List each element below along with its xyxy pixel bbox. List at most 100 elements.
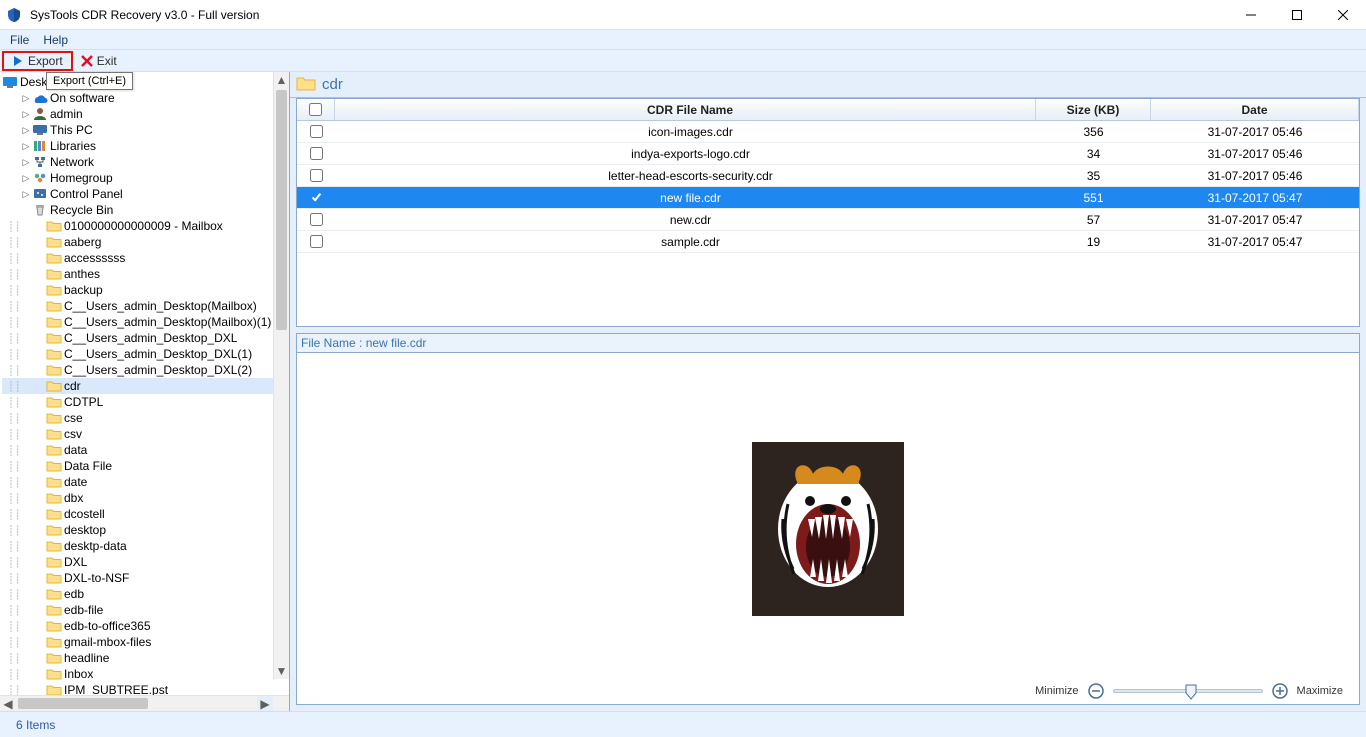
titlebar: SysTools CDR Recovery v3.0 - Full versio… <box>0 0 1366 30</box>
tree-item[interactable]: ▷On software <box>2 90 289 106</box>
tree-item[interactable]: ┊ ┊IPM_SUBTREE.pst <box>2 682 289 695</box>
tree-item[interactable]: ┊ ┊Data File <box>2 458 289 474</box>
tree-item[interactable]: ┊ ┊accessssss <box>2 250 289 266</box>
tree-item[interactable]: ▷ Control Panel <box>2 186 289 202</box>
list-body: icon-images.cdr35631-07-2017 05:46indya-… <box>297 121 1359 253</box>
row-checkbox[interactable] <box>310 213 323 226</box>
pc-icon <box>32 123 48 137</box>
scroll-down-icon[interactable]: ▼ <box>274 663 289 679</box>
tree-item[interactable]: ┊ ┊cdr <box>2 378 289 394</box>
tree-item[interactable]: ┊ ┊edb <box>2 586 289 602</box>
tree-item[interactable]: ┊ ┊C__Users_admin_Desktop(Mailbox)(1) <box>2 314 289 330</box>
tree-item[interactable]: ▷Homegroup <box>2 170 289 186</box>
table-row[interactable]: sample.cdr1931-07-2017 05:47 <box>297 231 1359 253</box>
scroll-thumb-h[interactable] <box>18 698 148 709</box>
window-maximize-button[interactable] <box>1274 0 1320 30</box>
table-row[interactable]: indya-exports-logo.cdr3431-07-2017 05:46 <box>297 143 1359 165</box>
header-checkbox[interactable] <box>297 99 335 120</box>
header-size[interactable]: Size (KB) <box>1036 99 1151 120</box>
tree-label: gmail-mbox-files <box>64 635 151 649</box>
tree-label: edb-to-office365 <box>64 619 151 633</box>
tree-item[interactable]: ┊ ┊date <box>2 474 289 490</box>
tree-item[interactable]: ┊ ┊headline <box>2 650 289 666</box>
scroll-thumb[interactable] <box>276 90 287 330</box>
zoom-in-button[interactable] <box>1271 682 1289 700</box>
tree-item[interactable]: ▷ Network <box>2 154 289 170</box>
scroll-left-icon[interactable]: ◀ <box>0 696 16 711</box>
row-checkbox[interactable] <box>310 191 323 204</box>
row-checkbox[interactable] <box>310 235 323 248</box>
scroll-right-icon[interactable]: ▶ <box>257 696 273 711</box>
onedrive-icon <box>32 91 48 105</box>
window-close-button[interactable] <box>1320 0 1366 30</box>
tree-item[interactable]: ▷admin <box>2 106 289 122</box>
tree-item[interactable]: ┊ ┊desktop <box>2 522 289 538</box>
table-row[interactable]: icon-images.cdr35631-07-2017 05:46 <box>297 121 1359 143</box>
table-row[interactable]: letter-head-escorts-security.cdr3531-07-… <box>297 165 1359 187</box>
tree-item[interactable]: Recycle Bin <box>2 202 289 218</box>
folder-icon <box>296 75 316 94</box>
tree-vertical-scrollbar[interactable]: ▲ ▼ <box>273 72 289 679</box>
folder-icon <box>46 379 62 393</box>
tree-item[interactable]: ┊ ┊data <box>2 442 289 458</box>
exit-button[interactable]: Exit <box>73 51 125 71</box>
tree-item[interactable]: ┊ ┊C__Users_admin_Desktop_DXL(2) <box>2 362 289 378</box>
header-name[interactable]: CDR File Name <box>335 99 1036 120</box>
tree-item[interactable]: ┊ ┊C__Users_admin_Desktop_DXL <box>2 330 289 346</box>
expand-icon[interactable]: ▷ <box>20 93 32 104</box>
tree-item[interactable]: ┊ ┊0100000000000009 - Mailbox <box>2 218 289 234</box>
libraries-icon <box>32 139 48 153</box>
tree-label: Control Panel <box>50 187 123 201</box>
tree-item[interactable]: ┊ ┊C__Users_admin_Desktop_DXL(1) <box>2 346 289 362</box>
tree-item[interactable]: ┊ ┊C__Users_admin_Desktop(Mailbox) <box>2 298 289 314</box>
expand-icon[interactable]: ▷ <box>20 141 32 152</box>
tree-horizontal-scrollbar[interactable]: ◀ ▶ <box>0 695 289 711</box>
tree-item[interactable]: ┊ ┊desktp-data <box>2 538 289 554</box>
tree-item[interactable]: ┊ ┊cse <box>2 410 289 426</box>
expand-icon[interactable]: ▷ <box>20 109 32 120</box>
tree-item[interactable]: ▷Libraries <box>2 138 289 154</box>
tree-label: Network <box>50 155 94 169</box>
menu-help[interactable]: Help <box>43 33 68 47</box>
tree-item[interactable]: ▷This PC <box>2 122 289 138</box>
expand-icon[interactable]: ▷ <box>20 189 32 200</box>
tree-item[interactable]: ┊ ┊dbx <box>2 490 289 506</box>
preview-label-prefix: File Name : <box>301 336 366 350</box>
tree-item[interactable]: ┊ ┊gmail-mbox-files <box>2 634 289 650</box>
tree-item[interactable]: ┊ ┊anthes <box>2 266 289 282</box>
table-row[interactable]: new.cdr5731-07-2017 05:47 <box>297 209 1359 231</box>
menu-file[interactable]: File <box>10 33 29 47</box>
expand-icon[interactable]: ▷ <box>20 125 32 136</box>
cell-filename: new.cdr <box>335 213 1036 227</box>
tree-item[interactable]: ┊ ┊aaberg <box>2 234 289 250</box>
tree-item[interactable]: ┊ ┊Inbox <box>2 666 289 682</box>
export-button[interactable]: Export <box>2 51 73 71</box>
row-checkbox[interactable] <box>310 125 323 138</box>
header-date[interactable]: Date <box>1151 99 1359 120</box>
zoom-out-button[interactable] <box>1087 682 1105 700</box>
window-minimize-button[interactable] <box>1228 0 1274 30</box>
select-all-checkbox[interactable] <box>309 103 322 116</box>
tree-item[interactable]: ┊ ┊backup <box>2 282 289 298</box>
cell-filename: letter-head-escorts-security.cdr <box>335 169 1036 183</box>
tree-item[interactable]: ┊ ┊csv <box>2 426 289 442</box>
main-area: Desktop ▷On software▷admin▷This PC▷Libra… <box>0 72 1366 711</box>
tree-label: edb <box>64 587 84 601</box>
tree-item[interactable]: ┊ ┊DXL-to-NSF <box>2 570 289 586</box>
cell-filename: icon-images.cdr <box>335 125 1036 139</box>
row-checkbox[interactable] <box>310 147 323 160</box>
tree-item[interactable]: ┊ ┊edb-to-office365 <box>2 618 289 634</box>
expand-icon[interactable]: ▷ <box>20 173 32 184</box>
tree-label: edb-file <box>64 603 103 617</box>
tree-item[interactable]: ┊ ┊edb-file <box>2 602 289 618</box>
expand-icon[interactable]: ▷ <box>20 157 32 168</box>
tree-item[interactable]: ┊ ┊CDTPL <box>2 394 289 410</box>
tree-item[interactable]: ┊ ┊DXL <box>2 554 289 570</box>
folder-tree[interactable]: Desktop ▷On software▷admin▷This PC▷Libra… <box>0 72 289 695</box>
tree-item[interactable]: ┊ ┊dcostell <box>2 506 289 522</box>
row-checkbox[interactable] <box>310 169 323 182</box>
table-row[interactable]: new file.cdr55131-07-2017 05:47 <box>297 187 1359 209</box>
zoom-slider[interactable] <box>1113 689 1263 693</box>
slider-thumb-icon[interactable] <box>1184 684 1198 703</box>
scroll-up-icon[interactable]: ▲ <box>274 72 289 88</box>
